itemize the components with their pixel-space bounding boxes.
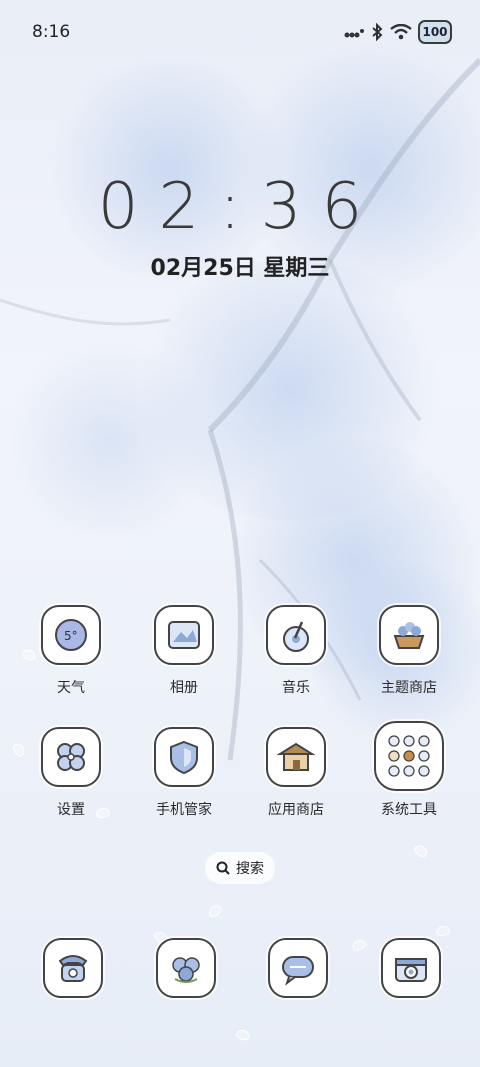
bluetooth-icon <box>372 23 383 41</box>
settings-icon <box>41 727 101 787</box>
messages-icon <box>282 956 314 986</box>
phone-icon <box>58 955 88 982</box>
app-phone-manager[interactable]: 手机管家 <box>134 727 234 819</box>
theme-store-icon <box>379 605 439 665</box>
folder-system-tools[interactable]: 系统工具 <box>359 721 459 819</box>
battery-icon: 100 <box>418 20 452 44</box>
app-label: 手机管家 <box>156 802 212 818</box>
wifi-icon <box>390 24 412 40</box>
camera-icon <box>395 958 427 982</box>
search-icon <box>216 861 230 875</box>
gallery-icon <box>154 605 214 665</box>
app-theme-store[interactable]: 主题商店 <box>359 605 459 697</box>
status-time: 8:16 <box>32 22 71 42</box>
app-label: 系统工具 <box>381 802 437 818</box>
svg-text:5°: 5° <box>64 629 78 643</box>
app-settings[interactable]: 设置 <box>21 727 121 819</box>
lockscreen-clock: 02:36 <box>97 170 383 244</box>
battery-level: 100 <box>422 25 448 39</box>
app-weather[interactable]: 5° 天气 <box>21 605 121 697</box>
system-tools-folder-icon <box>374 721 444 791</box>
lockscreen-date: 02月25日 星期三 <box>150 256 330 281</box>
search-button[interactable]: 搜索 <box>205 852 275 884</box>
app-label: 音乐 <box>282 680 310 696</box>
weather-icon: 5° <box>41 605 101 665</box>
signal-icon <box>344 29 364 38</box>
app-music[interactable]: 音乐 <box>246 605 346 697</box>
status-icons: 100 <box>344 20 452 44</box>
wallpaper <box>0 0 480 1067</box>
app-label: 相册 <box>170 680 198 696</box>
app-app-store[interactable]: 应用商店 <box>246 727 346 819</box>
dock-camera[interactable] <box>381 938 441 998</box>
app-label: 应用商店 <box>268 802 324 818</box>
status-bar: 8:16 100 <box>0 0 480 64</box>
search-label: 搜索 <box>236 861 264 877</box>
app-gallery[interactable]: 相册 <box>134 605 234 697</box>
dock-phone[interactable] <box>43 938 103 998</box>
app-label: 设置 <box>57 802 85 818</box>
dock-contacts[interactable] <box>156 938 216 998</box>
dock-messages[interactable] <box>268 938 328 998</box>
contacts-icon <box>172 957 200 983</box>
music-icon <box>266 605 326 665</box>
app-label: 主题商店 <box>381 680 437 696</box>
phone-manager-icon <box>154 727 214 787</box>
app-label: 天气 <box>57 680 85 696</box>
app-store-icon <box>266 727 326 787</box>
